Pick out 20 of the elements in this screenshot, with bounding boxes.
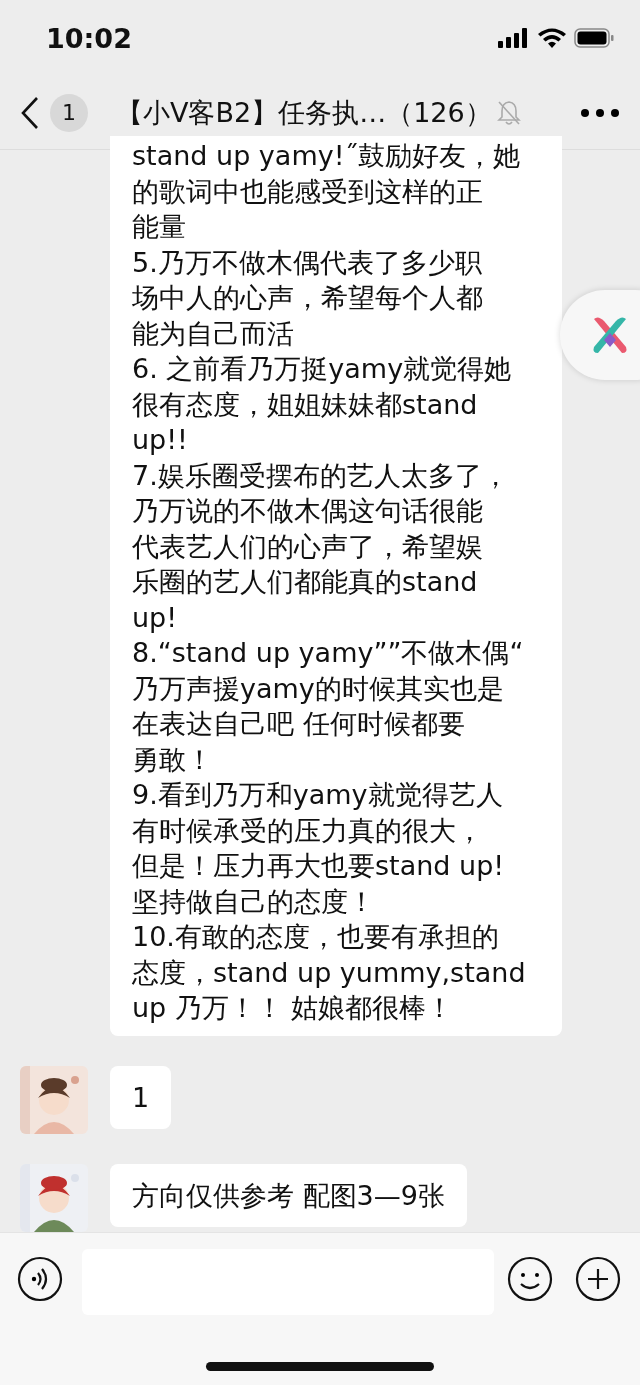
more-icon[interactable] <box>580 107 620 118</box>
signal-icon <box>498 28 530 48</box>
message-text: 6. 之前看乃万挺yamy就觉得她 很有态度，姐姐妹妹都stand up!! <box>132 352 513 457</box>
message-text: 7.娱乐圈受摆布的艺人太多了， 乃万说的不做木偶这句话很能 代表艺人们的心声了，希望娱 乐圈的艺人们都能真的stand up! <box>132 458 510 635</box>
wifi-icon <box>538 28 566 48</box>
back-icon[interactable] <box>20 95 40 130</box>
message-text: 5.乃万不做木偶代表了多少职 场中人的心声，希望每个人都 能为自己而活 <box>132 245 484 351</box>
message-text: 方向仅供参考 配图3—9张 <box>132 1178 445 1213</box>
plus-icon[interactable] <box>575 1256 621 1302</box>
message-text: 10.有敢的态度，也要有承担的 态度，stand up yummy,stand up 乃万！！ 姑娘都很棒！ <box>132 920 527 1025</box>
smiley-icon[interactable] <box>507 1256 553 1302</box>
unread-count: 1 <box>50 93 88 132</box>
message-text: 8.“stand up yamy””不做木偶“ 乃万声援yamy的时候其实也是 在表达自己吧 任何时候都要 勇敢！ <box>132 636 525 777</box>
message-text: 1 <box>132 1080 150 1115</box>
chat-title: 【小V客B2】任务执…（126） <box>116 95 492 130</box>
status-time: 10:02 <box>46 22 132 54</box>
message-text: 9.看到乃万和yamy就觉得艺人 有时候承受的压力真的很大， 但是！压力再大也要stand up! 坚持做自己的态度！ <box>132 778 506 919</box>
voice-icon[interactable] <box>17 1256 63 1302</box>
battery-icon <box>574 28 614 48</box>
message-text: stand up yamy!˝鼓励好友，她 的歌词中也能感受到这样的正 能量 <box>132 139 521 244</box>
